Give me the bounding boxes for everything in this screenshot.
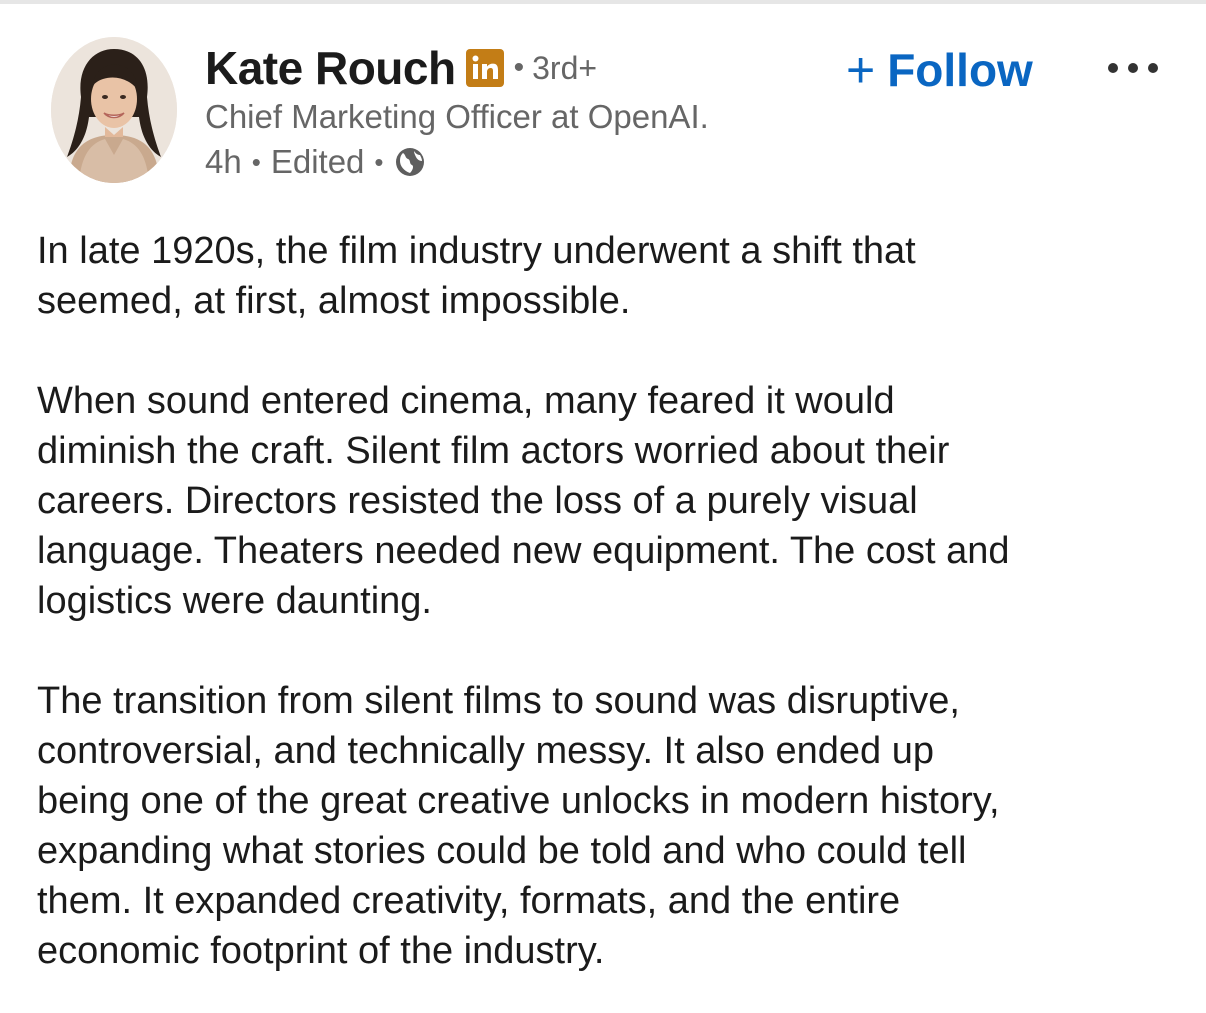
follow-label: Follow (887, 44, 1033, 96)
post-paragraph: In late 1920s, the film industry underwe… (37, 230, 916, 322)
post-text: In late 1920s, the film industry underwe… (37, 226, 1187, 976)
globe-icon[interactable] (394, 146, 426, 178)
separator-dot: • (374, 146, 384, 177)
feed-post: Kate Rouch • 3rd+ Chief Marketing Office… (0, 0, 1206, 1013)
author-headline: Chief Marketing Officer at OpenAI. (205, 98, 709, 135)
post-meta: 4h • Edited • (205, 140, 426, 184)
post-timestamp: 4h (205, 143, 242, 180)
author-name[interactable]: Kate Rouch (205, 41, 456, 95)
author-name-row: Kate Rouch • 3rd+ (205, 42, 597, 94)
more-dot (1108, 63, 1118, 73)
post-paragraph: When sound entered cinema, many feared i… (37, 380, 1010, 622)
follow-button[interactable]: + Follow (846, 42, 1033, 98)
edited-label: Edited (270, 143, 365, 180)
more-dot (1128, 63, 1138, 73)
separator-dot: • (513, 51, 525, 84)
avatar[interactable] (51, 37, 177, 183)
post-paragraph: The transition from silent films to soun… (37, 680, 1000, 972)
more-icon[interactable] (1108, 56, 1158, 80)
connection-degree: 3rd+ (532, 49, 598, 86)
avatar-portrait (51, 37, 177, 183)
linkedin-premium-icon (465, 49, 504, 87)
plus-icon: + (846, 42, 876, 98)
more-dot (1148, 63, 1158, 73)
separator-dot: • (251, 146, 261, 177)
